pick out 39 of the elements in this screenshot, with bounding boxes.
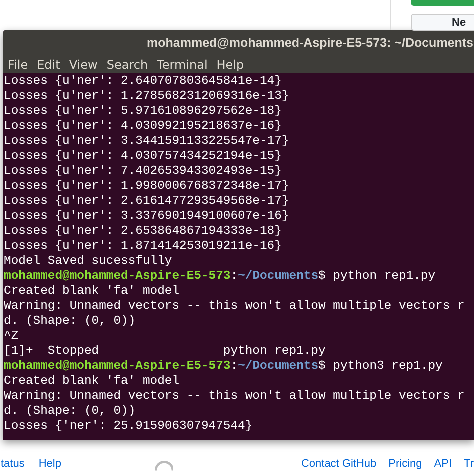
page-button[interactable]: Ne (411, 14, 474, 31)
terminal-line: Losses {u'ner': 2.6161477293549568e-17} (4, 194, 290, 209)
terminal-line: Warning: Unnamed vectors -- this won't allow multiple vectors r (4, 299, 465, 314)
terminal-line: Losses {u'ner': 1.871414253019211e-16} (4, 239, 282, 254)
footer-link[interactable]: Contact GitHub (301, 458, 377, 470)
footer-link[interactable]: API (434, 458, 452, 470)
terminal-line: Created blank 'fa' model (4, 284, 180, 299)
terminal-line: [1]+ Stopped python rep1.py (4, 344, 326, 359)
footer-link[interactable]: Pricing (388, 458, 422, 470)
terminal-line: Losses {'ner': 25.915906307947544} (4, 419, 253, 434)
terminal-line: Losses {u'ner': 1.9980006768372348e-17} (4, 179, 290, 194)
terminal-line: Losses {u'ner': 7.402653943302493e-15} (4, 164, 282, 179)
terminal-line: Losses {u'ner': 3.3441591133225547e-17} (4, 134, 290, 149)
terminal-line: Losses {u'ner': 2.653864867194333e-18} (4, 224, 282, 239)
menu-item[interactable]: Terminal (157, 58, 208, 72)
terminal-line: Losses {u'ner': 4.030992195218637e-16} (4, 119, 282, 134)
terminal-line: Losses {u'ner': 4.030757434252194e-15} (4, 149, 282, 164)
footer-link[interactable]: Tr (464, 458, 474, 470)
prompt-line: mohammed@mohammed-Aspire-E5-573:~/Documents$ python rep1.py (4, 269, 436, 284)
terminal-line: Losses {u'ner': 5.971610896297562e-18} (4, 104, 282, 119)
terminal-line: Losses {u'ner': 3.3376901949100607e-16} (4, 209, 290, 224)
terminal-line: Losses {u'ner': 2.640707803645841e-14} (4, 74, 282, 89)
terminal-line: ^Z (4, 329, 19, 344)
footer-link[interactable]: tatus (1, 458, 25, 470)
terminal-line: d. (Shape: (0, 0)) (4, 404, 136, 419)
menu-item[interactable]: Search (106, 58, 148, 72)
menu-item[interactable]: File (8, 58, 28, 72)
terminal-line: Created blank 'fa' model (4, 374, 180, 389)
terminal-line: Warning: Unnamed vectors -- this won't allow multiple vectors r (4, 389, 465, 404)
terminal-line: Model Saved sucessfully (4, 254, 172, 269)
terminal-line: Losses {u'ner': 1.2785682312069316e-13} (4, 89, 290, 104)
terminal-line: d. (Shape: (0, 0)) (4, 314, 136, 329)
window-title: mohammed@mohammed-Aspire-E5-573: ~/Documents (147, 36, 474, 50)
footer-link[interactable]: Help (38, 458, 62, 470)
menu-item[interactable]: Help (216, 58, 244, 72)
menu-item[interactable]: Edit (37, 58, 60, 72)
prompt-line: mohammed@mohammed-Aspire-E5-573:~/Documents$ python3 rep1.py (4, 359, 443, 374)
menu-item[interactable]: View (69, 58, 98, 72)
logo-icon (154, 461, 174, 471)
